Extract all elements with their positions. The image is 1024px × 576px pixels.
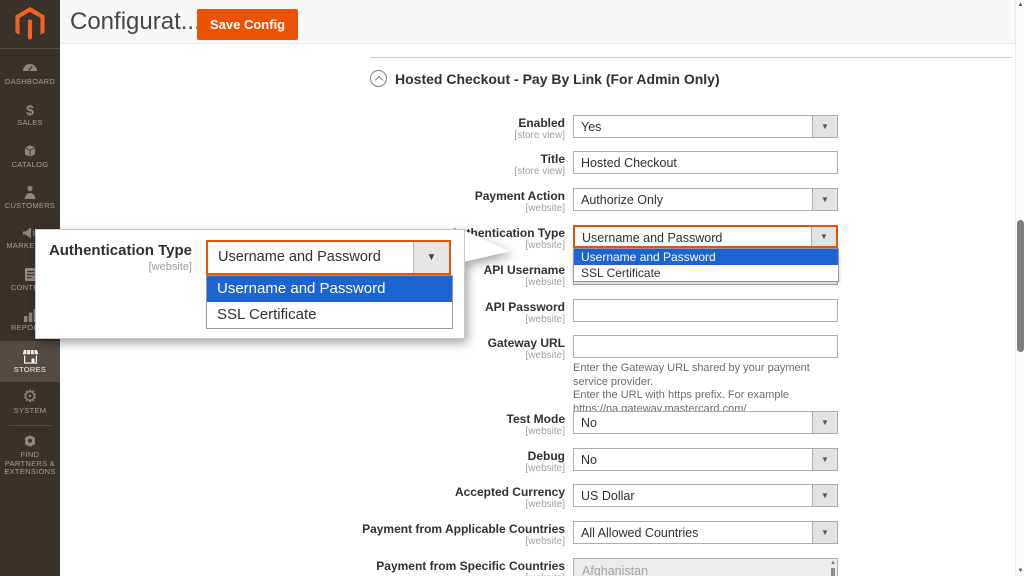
sidebar-item-label: SALES [17,119,43,128]
field-scope: [website] [60,350,565,362]
page-title: Configurat... [70,8,201,36]
gauge-icon [22,63,38,76]
sidebar-item-label: CUSTOMERS [5,202,55,211]
field-label: Debug [60,450,565,463]
api-password-input[interactable] [573,299,838,322]
gear-icon: ⚙ [22,389,37,405]
page-scrollbar[interactable]: ▲ ▼ [1015,0,1024,576]
chevron-down-icon[interactable]: ▼ [812,189,837,210]
field-label: Enabled [60,117,565,130]
sidebar-divider [9,425,51,426]
sidebar-item-system[interactable]: ⚙ SYSTEM [0,382,60,423]
scroll-up-icon[interactable]: ▲ [830,560,836,566]
option-username-password[interactable]: Username and Password [574,249,838,265]
magento-logo-icon[interactable] [0,0,60,49]
sidebar-item-customers[interactable]: CUSTOMERS [0,177,60,218]
sidebar-item-catalog[interactable]: CATALOG [0,136,60,177]
field-scope: [store view] [60,130,565,142]
test-mode-select[interactable]: No ▼ [573,411,838,434]
field-label: Payment Action [60,190,565,203]
save-config-button[interactable]: Save Config [197,9,298,40]
specific-countries-multiselect: Afghanistan ▲ [573,558,838,576]
sidebar-item-sales[interactable]: $ SALES [0,95,60,136]
package-icon [22,433,38,449]
sidebar-item-label: CATALOG [12,161,49,170]
enabled-select[interactable]: Yes ▼ [573,115,838,138]
chevron-down-icon[interactable]: ▼ [811,227,836,246]
field-scope: [website] [60,499,565,511]
dollar-icon: $ [26,103,34,117]
chevron-down-icon[interactable]: ▼ [812,412,837,433]
field-label: Payment from Applicable Countries [60,523,565,536]
section-title: Hosted Checkout - Pay By Link (For Admin… [395,71,720,87]
field-scope: [website] [60,463,565,475]
field-label: Title [60,153,565,166]
gateway-url-input[interactable] [573,335,838,358]
scroll-down-icon[interactable]: ▼ [1016,568,1024,574]
callout-authentication-type-select[interactable]: Username and Password ▼ [206,240,451,275]
sidebar-item-find-partners[interactable]: FIND PARTNERS & EXTENSIONS [0,429,60,481]
accepted-currency-select[interactable]: US Dollar ▼ [573,484,838,507]
field-scope: [website] [60,536,565,548]
authentication-type-options: Username and Password SSL Certificate [573,248,839,282]
multiselect-option: Afghanistan [574,559,837,576]
field-scope: [website] [60,426,565,438]
field-scope: [website] [60,203,565,215]
chevron-down-icon[interactable]: ▼ [812,116,837,137]
authentication-type-callout: Authentication Type [website] Username a… [35,229,465,339]
sidebar-item-label: DASHBOARD [5,78,55,87]
sidebar-item-stores[interactable]: STORES [0,341,60,382]
field-label: Test Mode [60,413,565,426]
chevron-down-icon[interactable]: ▼ [413,242,449,273]
sidebar-item-label: SYSTEM [14,407,47,416]
scroll-up-icon[interactable]: ▲ [1016,2,1024,8]
sidebar-item-dashboard[interactable]: DASHBOARD [0,54,60,95]
authentication-type-select[interactable]: Username and Password ▼ [573,225,838,248]
callout-options-list: Username and Password SSL Certificate [206,275,453,329]
chevron-down-icon[interactable]: ▼ [812,485,837,506]
field-label: Accepted Currency [60,486,565,499]
scrollbar-thumb[interactable] [1017,220,1024,352]
person-icon [23,185,37,200]
collapse-section-icon[interactable] [370,70,387,87]
debug-select[interactable]: No ▼ [573,448,838,471]
gateway-url-note: Enter the Gateway URL shared by your pay… [573,362,838,416]
chevron-down-icon[interactable]: ▼ [812,449,837,470]
chevron-down-icon[interactable]: ▼ [812,522,837,543]
option-ssl-certificate[interactable]: SSL Certificate [574,265,838,281]
sidebar-item-label: FIND PARTNERS & EXTENSIONS [4,451,56,477]
section-divider [370,57,1012,58]
title-input[interactable] [573,151,838,174]
callout-field-label: Authentication Type [36,242,192,259]
applicable-countries-select[interactable]: All Allowed Countries ▼ [573,521,838,544]
payment-action-select[interactable]: Authorize Only ▼ [573,188,838,211]
field-scope: [store view] [60,166,565,178]
page-header: Configurat... Save Config [60,0,1015,44]
storefront-icon [22,349,39,364]
multiselect-scrollbar-thumb[interactable] [831,568,835,576]
callout-option-username-password[interactable]: Username and Password [207,276,452,302]
sidebar-item-label: STORES [14,366,47,375]
section-header[interactable]: Hosted Checkout - Pay By Link (For Admin… [370,70,720,87]
box-icon [22,143,38,159]
callout-field-scope: [website] [36,261,192,273]
callout-option-ssl-certificate[interactable]: SSL Certificate [207,302,452,328]
field-label: Payment from Specific Countries [60,560,565,573]
